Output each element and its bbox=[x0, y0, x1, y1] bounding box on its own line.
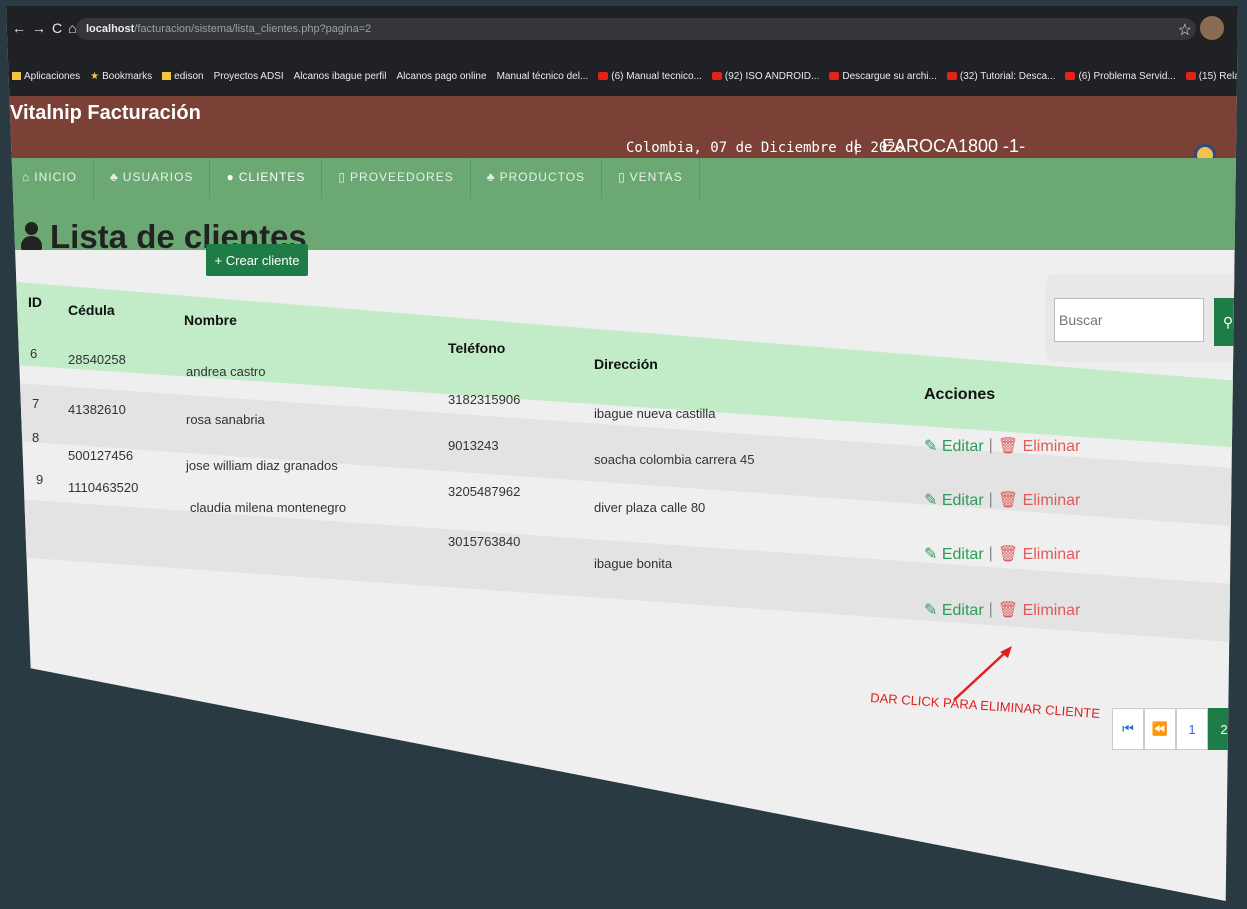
bookmark-star-icon[interactable]: ☆ bbox=[1178, 20, 1192, 40]
header-separator: | bbox=[854, 138, 859, 155]
bookmark-item[interactable]: (6) Manual tecnico... bbox=[598, 71, 702, 82]
edit-link[interactable]: ✎ Editar bbox=[924, 490, 984, 510]
cell-telefono: 9013243 bbox=[448, 438, 499, 453]
trash-icon: 🗑 bbox=[997, 492, 1019, 509]
users-icon: ♣ bbox=[109, 170, 119, 184]
edit-icon: ✎ bbox=[924, 602, 938, 619]
header-id: ID bbox=[28, 294, 42, 310]
header-nombre: Nombre bbox=[184, 312, 237, 328]
nav-item-proveedores[interactable]: ▯ PROVEEDORES bbox=[322, 158, 471, 198]
nav-item-clientes[interactable]: ● CLIENTES bbox=[210, 158, 323, 198]
cell-id: 7 bbox=[32, 396, 40, 411]
delete-link[interactable]: 🗑 Eliminar bbox=[998, 490, 1081, 510]
cell-cedula: 28540258 bbox=[68, 352, 126, 367]
cell-direccion: ibague nueva castilla bbox=[594, 406, 716, 421]
trash-icon: 🗑 bbox=[997, 546, 1019, 563]
cell-nombre: andrea castro bbox=[186, 364, 266, 379]
cell-telefono: 3205487962 bbox=[448, 484, 521, 499]
app-header: Vitalnip Facturación Colombia, 07 de Dic… bbox=[6, 96, 1238, 177]
bookmark-item[interactable]: Alcanos ibague perfil bbox=[294, 71, 387, 82]
row-actions: ✎ Editar | 🗑 Eliminar bbox=[924, 544, 1081, 564]
annotation-arrow bbox=[953, 646, 1012, 701]
edit-link[interactable]: ✎ Editar bbox=[924, 436, 984, 456]
cell-direccion: ibague bonita bbox=[594, 556, 673, 571]
bookmark-item[interactable]: edison bbox=[162, 71, 204, 82]
profile-avatar[interactable] bbox=[1200, 16, 1224, 40]
file-icon: ▯ bbox=[618, 170, 626, 184]
edit-link[interactable]: ✎ Editar bbox=[924, 544, 984, 564]
cell-direccion: diver plaza calle 80 bbox=[594, 500, 706, 515]
row-actions: ✎ Editar | 🗑 Eliminar bbox=[924, 600, 1081, 620]
cell-nombre: claudia milena montenegro bbox=[190, 500, 347, 515]
edit-icon: ✎ bbox=[924, 438, 938, 455]
home-icon: ⌂ bbox=[22, 170, 31, 184]
cubes-icon: ♣ bbox=[486, 170, 496, 184]
cell-cedula: 500127456 bbox=[68, 448, 134, 463]
building-icon: ▯ bbox=[338, 170, 347, 184]
create-client-button[interactable]: + Crear cliente bbox=[206, 244, 308, 276]
user-icon bbox=[20, 222, 42, 252]
bookmark-item[interactable]: (32) Tutorial: Desca... bbox=[946, 71, 1055, 82]
bookmark-item[interactable]: Alcanos pago online bbox=[396, 71, 486, 82]
bookmarks-bar: Aplicaciones ★ Bookmarks edison Proyectos… bbox=[6, 56, 1238, 96]
search-button[interactable]: ⚲ bbox=[1214, 298, 1238, 346]
user-plus-icon: + bbox=[214, 252, 226, 268]
search-panel: ⚲ bbox=[1046, 274, 1238, 362]
cell-cedula: 41382610 bbox=[68, 402, 126, 417]
pagination-first[interactable]: ⏮ bbox=[1112, 708, 1144, 750]
pagination-page-current[interactable]: 2 bbox=[1208, 708, 1238, 750]
cell-id: 8 bbox=[32, 430, 40, 445]
nav-item-productos[interactable]: ♣ PRODUCTOS bbox=[471, 158, 603, 198]
nav-item-usuarios[interactable]: ♣ USUARIOS bbox=[94, 158, 211, 198]
cell-telefono: 3015763840 bbox=[448, 534, 521, 549]
cell-nombre: jose william diaz granados bbox=[186, 458, 338, 473]
cell-id: 6 bbox=[30, 346, 38, 361]
bookmark-item[interactable]: (92) ISO ANDROID... bbox=[711, 71, 819, 82]
row-actions: ✎ Editar | 🗑 Eliminar bbox=[924, 436, 1081, 456]
url-path: /facturacion/sistema/lista_clientes.php?… bbox=[134, 23, 372, 35]
bookmark-item[interactable]: Proyectos ADSI bbox=[214, 71, 284, 82]
bookmark-item[interactable]: Aplicaciones bbox=[12, 71, 80, 82]
trash-icon: 🗑 bbox=[997, 438, 1019, 455]
bookmark-item[interactable]: Manual técnico del... bbox=[497, 71, 589, 82]
edit-link[interactable]: ✎ Editar bbox=[924, 600, 984, 620]
search-icon: ⚲ bbox=[1222, 313, 1234, 330]
edit-icon: ✎ bbox=[924, 546, 938, 563]
search-input[interactable] bbox=[1054, 298, 1204, 342]
cell-direccion: soacha colombia carrera 45 bbox=[594, 452, 755, 467]
edit-icon: ✎ bbox=[924, 492, 938, 509]
brand-title[interactable]: Vitalnip Facturación bbox=[10, 102, 201, 125]
trash-icon: 🗑 bbox=[997, 602, 1019, 619]
delete-link[interactable]: 🗑 Eliminar bbox=[998, 600, 1081, 620]
row-actions: ✎ Editar | 🗑 Eliminar bbox=[924, 490, 1081, 510]
header-telefono: Teléfono bbox=[448, 340, 506, 356]
browser-window: ←→C⌂ localhost/facturacion/sistema/lista… bbox=[6, 6, 1238, 901]
browser-nav-icons[interactable]: ←→C⌂ bbox=[12, 20, 83, 36]
url-host: localhost bbox=[86, 23, 135, 35]
nav-item-inicio[interactable]: ⌂ INICIO bbox=[6, 158, 94, 198]
header-direccion: Dirección bbox=[594, 356, 658, 372]
table-row-band bbox=[16, 498, 1238, 644]
person-icon: ● bbox=[226, 170, 235, 184]
cell-telefono: 3182315906 bbox=[448, 392, 521, 407]
pagination-prev[interactable]: ⏪ bbox=[1144, 708, 1176, 750]
pagination: ⏮ ⏪ 1 2 bbox=[1112, 708, 1238, 750]
header-date: Colombia, 07 de Diciembre de 2020 bbox=[626, 140, 905, 156]
cell-nombre: rosa sanabria bbox=[186, 412, 265, 427]
address-bar[interactable]: localhost/facturacion/sistema/lista_clie… bbox=[76, 18, 1196, 40]
header-cedula: Cédula bbox=[68, 302, 115, 318]
delete-link[interactable]: 🗑 Eliminar bbox=[998, 436, 1081, 456]
nav-item-ventas[interactable]: ▯ VENTAS bbox=[602, 158, 700, 198]
bookmark-item[interactable]: ★ Bookmarks bbox=[90, 71, 152, 82]
header-acciones: Acciones bbox=[924, 386, 996, 403]
cell-id: 9 bbox=[36, 472, 44, 487]
bookmark-item[interactable]: (6) Problema Servid... bbox=[1065, 71, 1176, 82]
pagination-page[interactable]: 1 bbox=[1176, 708, 1208, 750]
browser-toolbar: ←→C⌂ localhost/facturacion/sistema/lista… bbox=[6, 6, 1238, 56]
delete-link[interactable]: 🗑 Eliminar bbox=[998, 544, 1081, 564]
cell-cedula: 1110463520 bbox=[68, 480, 139, 495]
bookmark-item[interactable]: (15) Relacionar tabl... bbox=[1185, 71, 1238, 82]
bookmark-item[interactable]: Descargue su archi... bbox=[829, 71, 937, 82]
screenshot-stage: ←→C⌂ localhost/facturacion/sistema/lista… bbox=[0, 0, 1247, 909]
